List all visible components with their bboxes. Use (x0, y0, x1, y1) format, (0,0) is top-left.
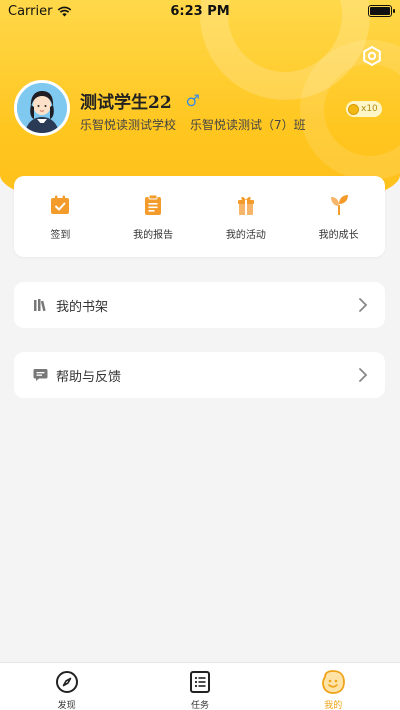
gear-icon (363, 45, 381, 67)
compass-icon (54, 669, 80, 695)
sprout-icon (326, 192, 352, 218)
menu-label: 我的书架 (56, 299, 109, 315)
class-name: 乐智悦读测试（7）班 (190, 118, 306, 132)
menu-label: 帮助与反馈 (56, 369, 122, 385)
chevron-right-icon (359, 298, 368, 312)
action-label: 我的报告 (133, 230, 174, 241)
username: 测试学生22 (80, 93, 172, 113)
calendar-check-icon (47, 192, 73, 218)
school-row: 乐智悦读测试学校 乐智悦读测试（7）班 (80, 116, 306, 133)
report-icon (140, 192, 166, 218)
action-label: 我的成长 (318, 230, 359, 241)
tab-label: 我的 (324, 701, 343, 710)
avatar[interactable] (14, 80, 70, 136)
battery-icon (368, 5, 395, 17)
action-label: 我的活动 (225, 230, 266, 241)
tab-tasks[interactable]: 任务 (160, 669, 240, 710)
school-name: 乐智悦读测试学校 (80, 118, 177, 132)
student-avatar-icon (17, 83, 67, 133)
tab-discover[interactable]: 发现 (27, 669, 107, 710)
task-list-icon (187, 669, 213, 695)
tab-label: 发现 (57, 701, 76, 710)
tab-mine[interactable]: 我的 (293, 669, 373, 710)
quick-actions-card: 签到 我的报告 我的活动 我的成长 (14, 176, 385, 257)
male-icon: ♂ (185, 91, 201, 110)
wifi-icon (58, 6, 72, 16)
username-row: 测试学生22 ♂ (80, 88, 200, 113)
menu-bookshelf[interactable]: 我的书架 (14, 282, 385, 328)
status-bar: Carrier 6:23 PM (0, 0, 400, 22)
coin-count: x10 (361, 104, 378, 114)
action-my-growth[interactable]: 我的成长 (299, 192, 379, 241)
bookshelf-icon (32, 297, 48, 313)
settings-button[interactable] (360, 44, 384, 68)
chevron-right-icon (359, 368, 368, 382)
action-label: 签到 (50, 230, 71, 241)
tab-bar: 发现 任务 我的 (0, 662, 400, 710)
action-my-report[interactable]: 我的报告 (113, 192, 193, 241)
action-check-in[interactable]: 签到 (20, 192, 100, 241)
tab-label: 任务 (190, 701, 209, 710)
action-my-activity[interactable]: 我的活动 (206, 192, 286, 241)
status-left: Carrier (8, 4, 72, 19)
chat-bubble-icon (32, 367, 48, 383)
smiley-icon (320, 669, 346, 695)
coin-icon (348, 103, 359, 115)
menu-help-feedback[interactable]: 帮助与反馈 (14, 352, 385, 398)
gift-icon (233, 192, 259, 218)
carrier-label: Carrier (8, 3, 53, 19)
coin-badge[interactable]: x10 (346, 101, 382, 117)
